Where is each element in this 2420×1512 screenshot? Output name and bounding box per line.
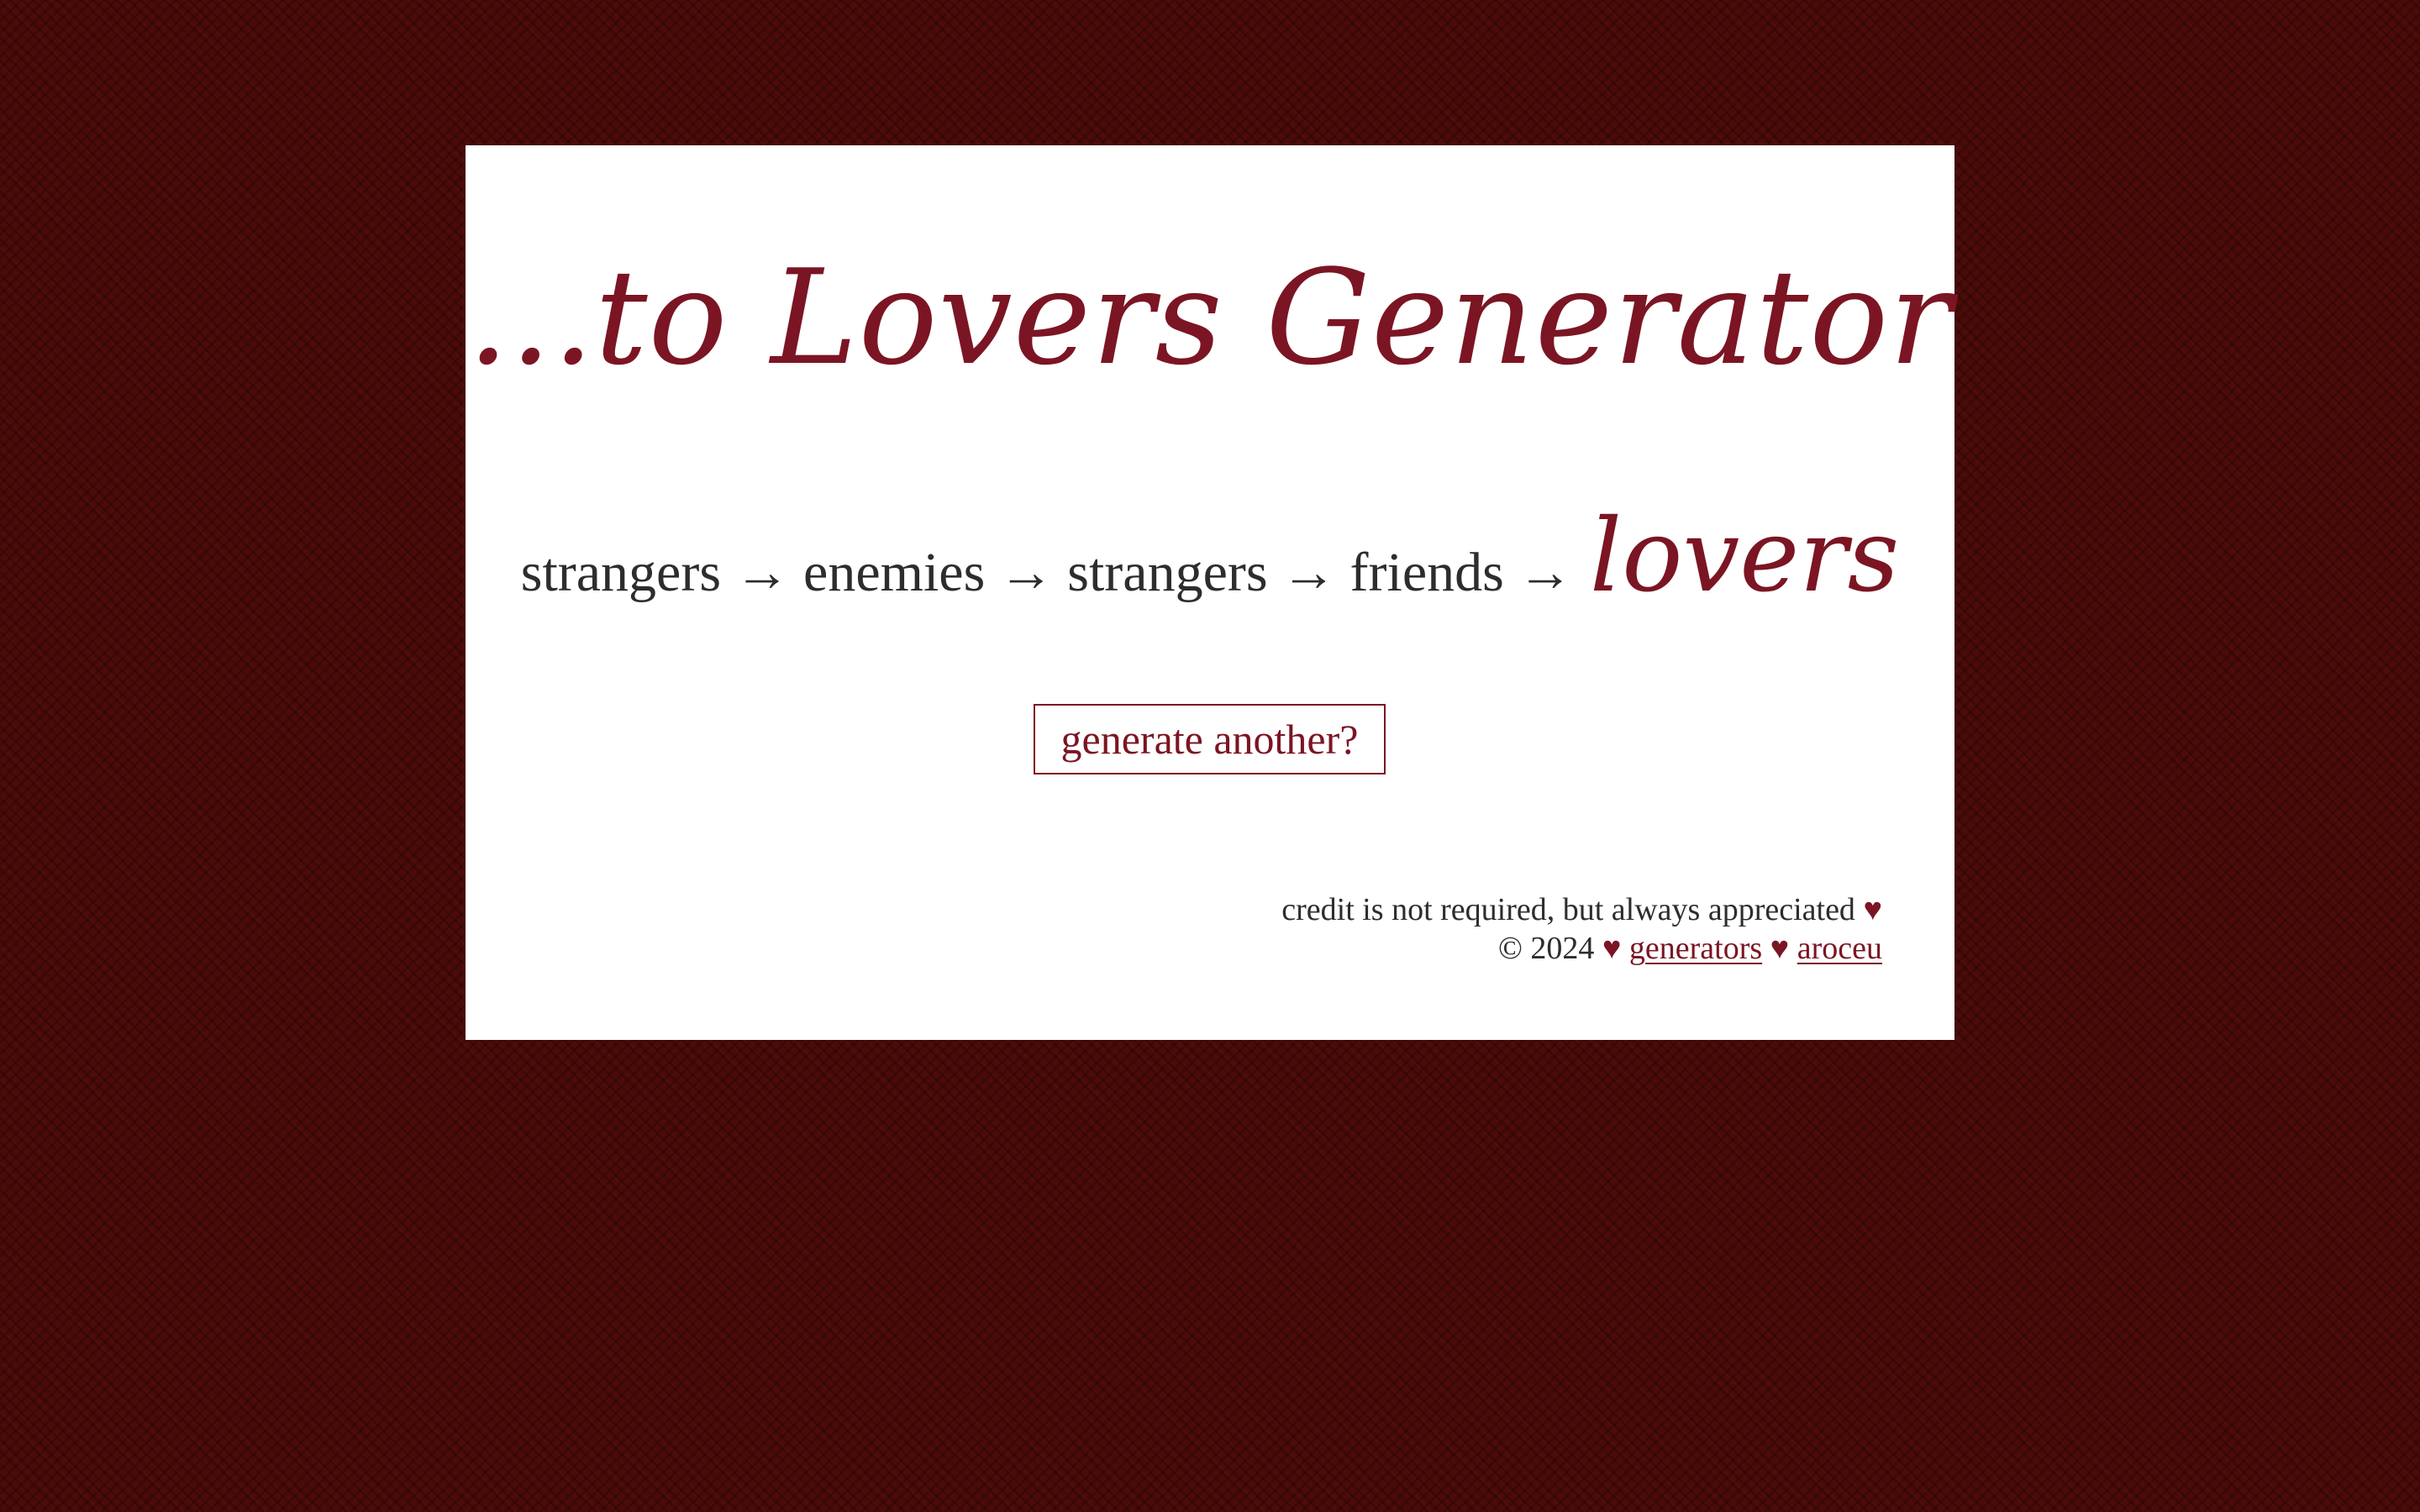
generate-another-button[interactable]: generate another? — [1034, 704, 1386, 774]
generators-link[interactable]: generators — [1629, 931, 1762, 966]
trope-step: enemies — [803, 542, 986, 603]
arrow-icon: → — [1517, 542, 1573, 603]
heart-icon: ♥ — [1602, 931, 1622, 966]
copyright-text: © 2024 — [1497, 931, 1595, 966]
page-title: ...to Lovers Generator — [467, 241, 1953, 394]
trope-final: lovers — [1589, 498, 1900, 615]
credit-text: credit is not required, but always appre… — [1281, 892, 1855, 927]
copyright-line: © 2024 ♥ generators ♥ aroceu — [1281, 929, 1882, 968]
trope-chain: strangers → enemies → strangers → friend… — [466, 473, 1954, 641]
trope-step: strangers — [520, 542, 722, 603]
heart-icon: ♥ — [1770, 931, 1790, 966]
heart-icon: ♥ — [1863, 892, 1882, 927]
arrow-icon: → — [734, 542, 791, 603]
arrow-icon: → — [998, 542, 1055, 603]
footer: credit is not required, but always appre… — [1281, 890, 1882, 968]
arrow-icon: → — [1281, 542, 1337, 603]
aroceu-link[interactable]: aroceu — [1797, 931, 1882, 966]
credit-line: credit is not required, but always appre… — [1281, 890, 1882, 929]
trope-step: strangers — [1067, 542, 1268, 603]
trope-step: friends — [1349, 542, 1504, 603]
generator-card: ...to Lovers Generator strangers → enemi… — [466, 145, 1954, 1040]
